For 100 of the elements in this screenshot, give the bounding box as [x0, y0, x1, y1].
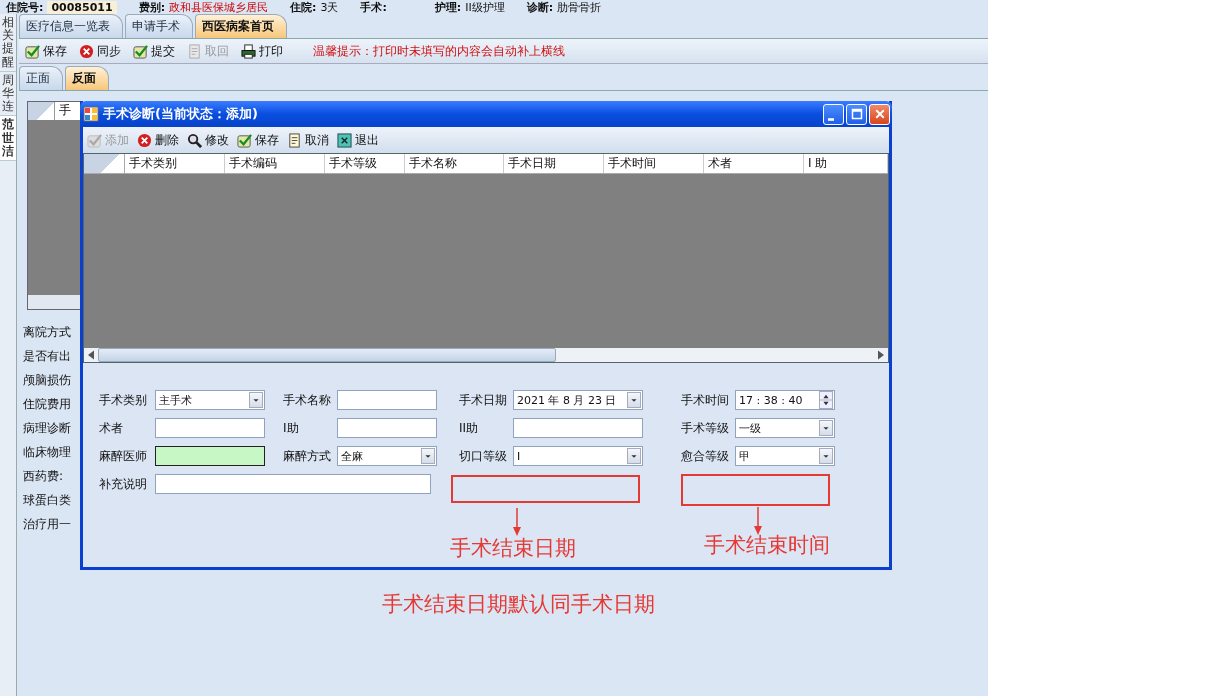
dropdown-field[interactable]: 一级 — [735, 418, 835, 438]
maximize-button[interactable] — [846, 103, 867, 125]
field-label: 手术等级 — [681, 419, 730, 437]
document-icon — [187, 43, 202, 59]
input-field[interactable] — [337, 390, 437, 410]
checkmark-icon — [25, 43, 40, 59]
exit-icon — [337, 132, 352, 148]
header-value: 3天 — [320, 0, 339, 15]
column-header: 术者 — [704, 154, 805, 173]
dropdown-field[interactable]: 甲 — [735, 446, 835, 466]
form-label: 颅脑损伤 — [23, 372, 72, 388]
form-label: 临床物理 — [23, 444, 72, 460]
input-field[interactable] — [337, 418, 437, 438]
side-tab[interactable]: 范世洁 — [0, 116, 16, 161]
printer-icon — [241, 43, 256, 59]
field-label: I助 — [283, 419, 300, 437]
input-field[interactable] — [155, 446, 265, 466]
tab[interactable]: 申请手术 — [125, 14, 193, 38]
toolbar-button[interactable]: 打印 — [237, 42, 287, 60]
toolbar-button[interactable]: 同步 — [75, 42, 125, 60]
field-label: 手术名称 — [283, 391, 332, 409]
tab[interactable]: 反面 — [65, 66, 109, 90]
input-field[interactable] — [155, 474, 431, 494]
tab[interactable]: 正面 — [19, 66, 63, 90]
toolbar-button[interactable]: 保存 — [233, 131, 283, 149]
input-field[interactable] — [513, 418, 643, 438]
field-label: 麻醉方式 — [283, 447, 332, 465]
toolbar-button[interactable]: 修改 — [183, 131, 233, 149]
notice-text: 温馨提示：打印时未填写的内容会自动补上横线 — [313, 42, 565, 60]
field-label: 手术时间 — [681, 391, 730, 409]
window-icon — [83, 106, 99, 122]
annotation-text: 手术结束日期默认同手术日期 — [382, 591, 655, 618]
column-header: 手术时间 — [604, 154, 705, 173]
toolbar-button[interactable]: 取消 — [283, 131, 333, 149]
field-label: 手术日期 — [459, 391, 508, 409]
search-icon — [187, 132, 202, 148]
grid-corner — [28, 102, 55, 120]
document-icon — [287, 132, 302, 148]
column-header: 手术编码 — [224, 154, 325, 173]
form-label: 西药费: — [23, 468, 65, 484]
scrollbar[interactable] — [84, 348, 888, 362]
form-label: 住院费用 — [23, 396, 72, 412]
header-label: 护理: — [434, 0, 462, 15]
field-label: 术者 — [99, 419, 124, 437]
field-label: 手术类别 — [99, 391, 148, 409]
close-icon — [873, 108, 886, 120]
error-icon — [79, 43, 94, 59]
field-label: 补充说明 — [99, 475, 148, 493]
column-header: 手 — [58, 102, 71, 119]
header-value: 肋骨骨折 — [557, 0, 602, 15]
column-header: I 助 — [804, 154, 888, 173]
minimize-button[interactable] — [823, 103, 844, 125]
time-spinner[interactable]: 17 : 38 : 40 — [735, 390, 835, 410]
tab[interactable]: 医疗信息一览表 — [19, 14, 123, 38]
dialog-title: 手术诊断(当前状态：添加) — [103, 105, 259, 123]
header-label: 住院号: — [6, 0, 44, 15]
input-field[interactable] — [155, 418, 265, 438]
arrow — [512, 508, 522, 536]
maximize-icon — [850, 108, 863, 120]
dropdown-field[interactable]: 主手术 — [155, 390, 265, 410]
form-label: 离院方式 — [23, 324, 72, 340]
toolbar-button[interactable]: 删除 — [133, 131, 183, 149]
form-label: 治疗用一 — [23, 516, 72, 532]
spin-arrows-icon[interactable] — [819, 391, 833, 409]
header-label: 住院: — [290, 0, 317, 15]
header-label: 诊断: — [526, 0, 554, 15]
field-label: 切口等级 — [459, 447, 508, 465]
header-value: 00085011 — [47, 0, 117, 14]
side-tab[interactable]: 相关提醒 — [0, 14, 16, 72]
toolbar-button[interactable]: 退出 — [333, 131, 383, 149]
field-label: 麻醉医师 — [99, 447, 148, 465]
field-label: 愈合等级 — [681, 447, 730, 465]
form-label: 病理诊断 — [23, 420, 72, 436]
header-value: II级护理 — [465, 0, 505, 15]
dropdown-field[interactable]: 全麻 — [337, 446, 437, 466]
tab[interactable]: 西医病案首页 — [195, 14, 287, 38]
error-icon — [137, 132, 152, 148]
header-label: 费别: — [138, 0, 166, 15]
header-label: 手术: — [360, 0, 387, 15]
scroll-thumb[interactable] — [98, 348, 556, 362]
form-label: 球蛋白类 — [23, 492, 72, 508]
close-button[interactable] — [869, 103, 890, 125]
form-label: 是否有出 — [23, 348, 72, 364]
annotation-text: 手术结束时间 — [704, 532, 830, 559]
dropdown-field[interactable]: Ⅰ — [513, 446, 643, 466]
date-picker[interactable]: 2021 年 8 月 23 日 — [513, 390, 643, 410]
toolbar-button[interactable]: 提交 — [129, 42, 179, 60]
arrow — [753, 507, 763, 535]
checkmark-icon — [237, 132, 252, 148]
checkmark-icon — [87, 132, 102, 148]
field-label: II助 — [459, 419, 480, 437]
annotation-text: 手术结束日期 — [450, 535, 576, 562]
header-value: 政和县医保城乡居民 — [169, 0, 269, 15]
column-header: 手术日期 — [504, 154, 605, 173]
column-header: 手术类别 — [124, 154, 225, 173]
toolbar-button[interactable]: 保存 — [21, 42, 71, 60]
checkmark-icon — [133, 43, 148, 59]
column-header: 手术名称 — [404, 154, 505, 173]
column-header: 手术等级 — [324, 154, 405, 173]
minimize-icon — [828, 117, 834, 121]
